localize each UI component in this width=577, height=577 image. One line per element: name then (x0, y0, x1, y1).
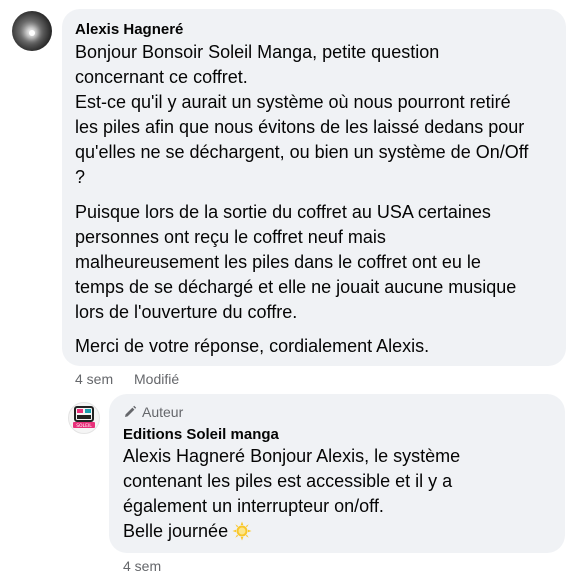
avatar-light (29, 30, 35, 36)
comment-paragraph-3: Merci de votre réponse, cordialement Ale… (75, 336, 430, 356)
reply-author[interactable]: Editions Soleil manga (123, 426, 279, 444)
author-badge: Auteur (123, 404, 183, 420)
comment-edited-label[interactable]: Modifié (134, 371, 179, 387)
comment-timestamp[interactable]: 4 sem (75, 371, 113, 387)
soleil-logo-icon: SOLEIL (73, 406, 95, 429)
page-avatar[interactable]: SOLEIL (68, 402, 100, 434)
reply-timestamp[interactable]: 4 sem (123, 558, 161, 574)
reply-text-block: Alexis Hagneré Bonjour Alexis, le systèm… (123, 444, 559, 544)
pencil-icon (125, 405, 137, 417)
logo-text: SOLEIL (76, 423, 92, 429)
author-badge-label: Auteur (142, 404, 184, 420)
reply-text: Alexis Hagneré Bonjour Alexis, le systèm… (123, 446, 461, 541)
commenter-avatar[interactable] (12, 11, 52, 51)
comment-author[interactable]: Alexis Hagneré (75, 21, 183, 39)
sun-emoji-icon (232, 521, 252, 541)
comment-paragraph-2: Puisque lors de la sortie du coffret au … (75, 202, 517, 322)
comment-paragraph-1: Bonjour Bonsoir Soleil Manga, petite que… (75, 42, 529, 187)
